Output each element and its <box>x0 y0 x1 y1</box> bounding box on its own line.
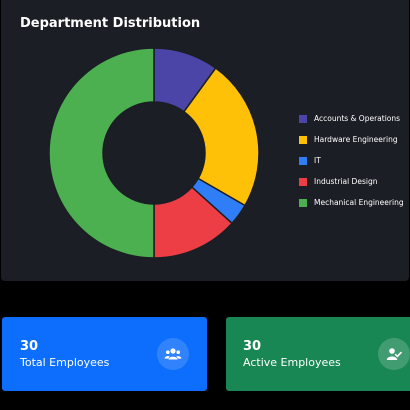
active-employees-value: 30 <box>243 339 262 354</box>
legend-label: Accounts & Operations <box>314 114 401 123</box>
legend-swatch <box>299 156 307 165</box>
legend-swatch <box>299 135 307 144</box>
chart-legend: Accounts & Operations Hardware Engineerin… <box>299 108 404 213</box>
legend-item-accounts-operations[interactable]: Accounts & Operations <box>299 108 404 129</box>
department-distribution-card: Department Distribution Accounts & Opera… <box>1 0 409 281</box>
legend-item-it[interactable]: IT <box>299 150 404 171</box>
total-employees-label: Total Employees <box>20 356 110 369</box>
legend-label: Hardware Engineering <box>314 135 398 144</box>
legend-label: Industrial Design <box>314 177 378 186</box>
donut-chart <box>48 47 260 259</box>
users-icon <box>157 338 189 370</box>
legend-swatch <box>299 198 307 207</box>
total-employees-value: 30 <box>20 339 39 354</box>
legend-item-industrial-design[interactable]: Industrial Design <box>299 171 404 192</box>
legend-label: IT <box>314 156 321 165</box>
total-employees-card: 30 Total Employees <box>2 317 207 391</box>
active-employees-card: 30 Active Employees <box>226 317 410 391</box>
donut-slice-mechanical-engineering[interactable] <box>48 47 155 259</box>
active-employees-label: Active Employees <box>243 356 341 369</box>
user-check-icon <box>378 338 410 370</box>
legend-label: Mechanical Engineering <box>314 198 404 207</box>
legend-item-hardware-engineering[interactable]: Hardware Engineering <box>299 129 404 150</box>
legend-item-mechanical-engineering[interactable]: Mechanical Engineering <box>299 192 404 213</box>
legend-swatch <box>299 114 307 123</box>
legend-swatch <box>299 177 307 186</box>
